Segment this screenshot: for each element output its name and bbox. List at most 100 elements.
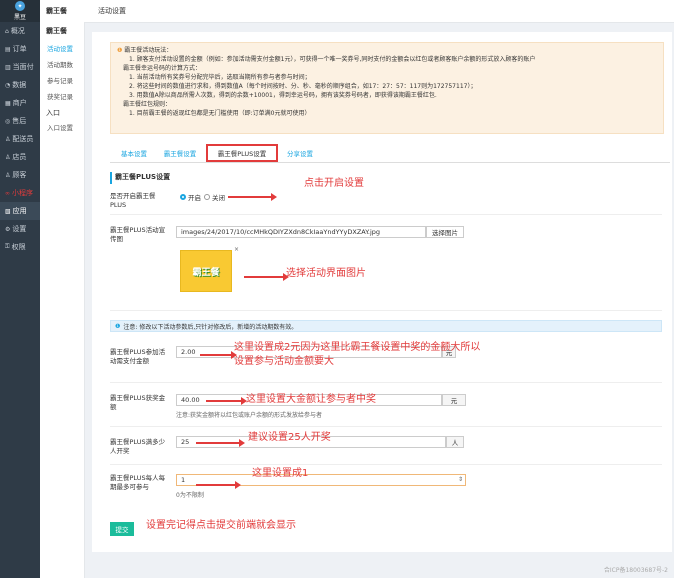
prize-amount-unit: 元 [442,394,466,406]
customer-icon: ♙ [5,171,11,179]
sidebar-item-delivery[interactable]: ♙ 配送员 [0,130,40,148]
subnav-item-activity-periods[interactable]: 活动期数 [40,56,84,72]
notice-line: 1. 目前霸王餐的返现红包都是无门槛使用（即:订单满0元就可使用） [129,110,311,117]
open-on-radio[interactable]: 开启 [180,192,201,202]
full-count-unit: 人 [446,436,464,448]
open-off-radio[interactable]: 关闭 [204,192,225,202]
tab-bawangcan[interactable]: 霸王餐设置 [158,146,202,160]
cover-label: 霸王餐PLUS活动宣传图 [110,226,166,243]
annotation-cover: 选择活动界面图片 [286,268,366,279]
topbar-page[interactable]: 活动设置 [90,6,126,16]
annotation-arrow [196,439,245,447]
notice-line: 1. 当前活动所有奖券号分配完毕后，选取当期所有参与者参与时间； [129,74,311,81]
prize-amount-label: 霸王餐PLUS获奖金额 [110,394,166,411]
sidebar-item-data[interactable]: ◔ 数据 [0,76,40,94]
annotation-limit: 这里设置成1 [252,468,309,479]
annotation-submit: 设置完记得点击提交前端就会显示 [146,520,296,531]
annotation-open: 点击开启设置 [304,178,364,189]
sidebar-item-label: 设置 [12,225,27,233]
cover-thumb-text: 霸王餐 [192,267,220,278]
notice-line: 霸王餐活动玩法： [124,47,173,54]
brand-name: 黑豆 [13,14,26,21]
notice-line: 2. 将这些时间的数值进行求和，得到数值A（每个时间按时、分、秒、毫秒的顺序组合… [129,83,477,90]
submit-button[interactable]: 提交 [110,522,134,536]
join-amount-label: 霸王餐PLUS参加活动需支付金额 [110,348,166,365]
permission-icon: ⚿ [5,243,10,250]
brand-logo[interactable]: ✦ 黑豆 [0,0,40,22]
cover-thumbnail: 霸王餐 [180,250,232,292]
topbar-module[interactable]: 霸王餐 [40,6,90,16]
sidebar-item-permission[interactable]: ⚿ 权限 [0,238,40,256]
subnav-item-entry-settings[interactable]: 入口设置 [40,119,84,135]
delivery-icon: ♙ [5,135,11,143]
sidebar-item-label: 权限 [11,243,26,251]
tab-basic[interactable]: 基本设置 [116,146,152,160]
sidebar-item-apps[interactable]: ▧ 应用 [0,202,40,220]
sidebar-item-aftersale[interactable]: ◎ 售后 [0,112,40,130]
sidebar-item-store[interactable]: ▥ 当面付 [0,58,40,76]
notice-line: 霸王餐红包规则： [123,101,172,108]
settings-tabs: 基本设置 霸王餐设置 霸王餐PLUS设置 分享设置 [110,144,670,163]
sidebar-item-label: 售后 [12,117,27,125]
notice-line: 1. 顾客支付活动设置的金额（例如：参加活动需支付金额1元），可获得一个唯一奖券… [129,56,536,63]
aftersale-icon: ◎ [5,117,11,125]
notice-line: 3. 用数值A除以商品所需人次数，得到的余数+10001，得到幸运号码，拥有该奖… [129,92,437,99]
goods-icon: ▦ [5,99,11,107]
remove-image-icon[interactable]: × [234,246,239,253]
sidebar-item-program[interactable]: ∞ 小程序 [0,184,40,202]
sidebar-item-label: 商户 [12,99,27,107]
annotation-prize: 这里设置大金额让参与者中奖 [246,394,376,405]
icp-footer: 合ICP备18003687号-2 [603,567,668,574]
full-count-label: 霸王餐PLUS满多少人开奖 [110,438,166,455]
sidebar-item-label: 小程序 [12,189,33,197]
sidebar-item-settings[interactable]: ⚙ 设置 [0,220,40,238]
topbar: 霸王餐 活动设置 [40,0,674,23]
choose-image-button[interactable]: 选择图片 [426,226,464,238]
divider [110,426,662,427]
home-icon: ⌂ [5,27,9,35]
sidebar: ✦ 黑豆 ⌂ 概况 ▤ 订单 ▥ 当面付 ◔ 数据 ▦ 商户 ◎ 售后 ♙ 配送员 ♙ 店员 ♙ 顾客 ∞ 小程序 ▧ 应… [0,0,40,578]
settings-icon: ⚙ [5,225,11,233]
main-panel: ❶ 霸王餐活动玩法： 1. 顾客支付活动设置的金额（例如：参加活动需支付金额1元… [92,32,672,552]
tab-bawangcan-plus[interactable]: 霸王餐PLUS设置 [206,144,278,162]
logo-icon: ✦ [15,1,25,11]
tab-share[interactable]: 分享设置 [282,146,318,160]
subnav-item-activity-settings[interactable]: 活动设置 [40,40,84,56]
sidebar-item-label: 店员 [12,153,27,161]
subnav-item-prize-records[interactable]: 获奖记录 [40,88,84,104]
annotation-join-2: 设置参与活动金额要大 [234,356,334,367]
sidebar-item-customer[interactable]: ♙ 顾客 [0,166,40,184]
section-title: 霸王餐PLUS设置 [110,172,662,184]
sidebar-item-staff[interactable]: ♙ 店员 [0,148,40,166]
limit-hint: 0为不限制 [176,492,204,499]
data-icon: ◔ [5,81,11,89]
staff-icon: ♙ [5,153,11,161]
annotation-arrow [196,481,241,489]
cover-path-input[interactable]: images/24/2017/10/ccMHkQDIYZXdn8CkIaaYnd… [176,226,426,238]
stepper-icon[interactable]: ⇕ [458,476,463,483]
subnav-group-entry: 入口 [46,109,60,117]
annotation-arrow [206,397,247,405]
sidebar-item-label: 配送员 [12,135,34,143]
annotation-arrow [200,351,237,359]
annotation-full: 建议设置25人开奖 [248,432,331,443]
sidebar-item-order[interactable]: ▤ 订单 [0,40,40,58]
sidebar-item-goods[interactable]: ▦ 商户 [0,94,40,112]
open-label: 是否开启霸王餐PLUS [110,192,156,209]
sidebar-item-label: 应用 [12,207,27,215]
sidebar-item-label: 顾客 [12,171,27,179]
info-icon: ❶ [115,322,121,330]
sidebar-item-label: 当面付 [12,63,34,71]
subnav: 霸王餐 活动设置 活动期数 参与记录 获奖记录 入口 入口设置 [40,22,85,578]
divider [110,464,662,465]
annotation-join-1: 这里设置成2元因为这里比霸王餐设置中奖的金额大所以 [234,342,481,353]
radio-on-icon [180,194,186,200]
store-icon: ▥ [5,63,11,71]
subnav-item-join-records[interactable]: 参与记录 [40,72,84,88]
sidebar-item-label: 数据 [12,81,27,89]
sidebar-item-home[interactable]: ⌂ 概况 [0,22,40,40]
apps-icon: ▧ [5,207,11,215]
notice-line: 霸王餐幸运号码的计算方式： [123,65,202,72]
annotation-arrow [244,273,289,281]
sidebar-item-label: 订单 [12,45,27,53]
